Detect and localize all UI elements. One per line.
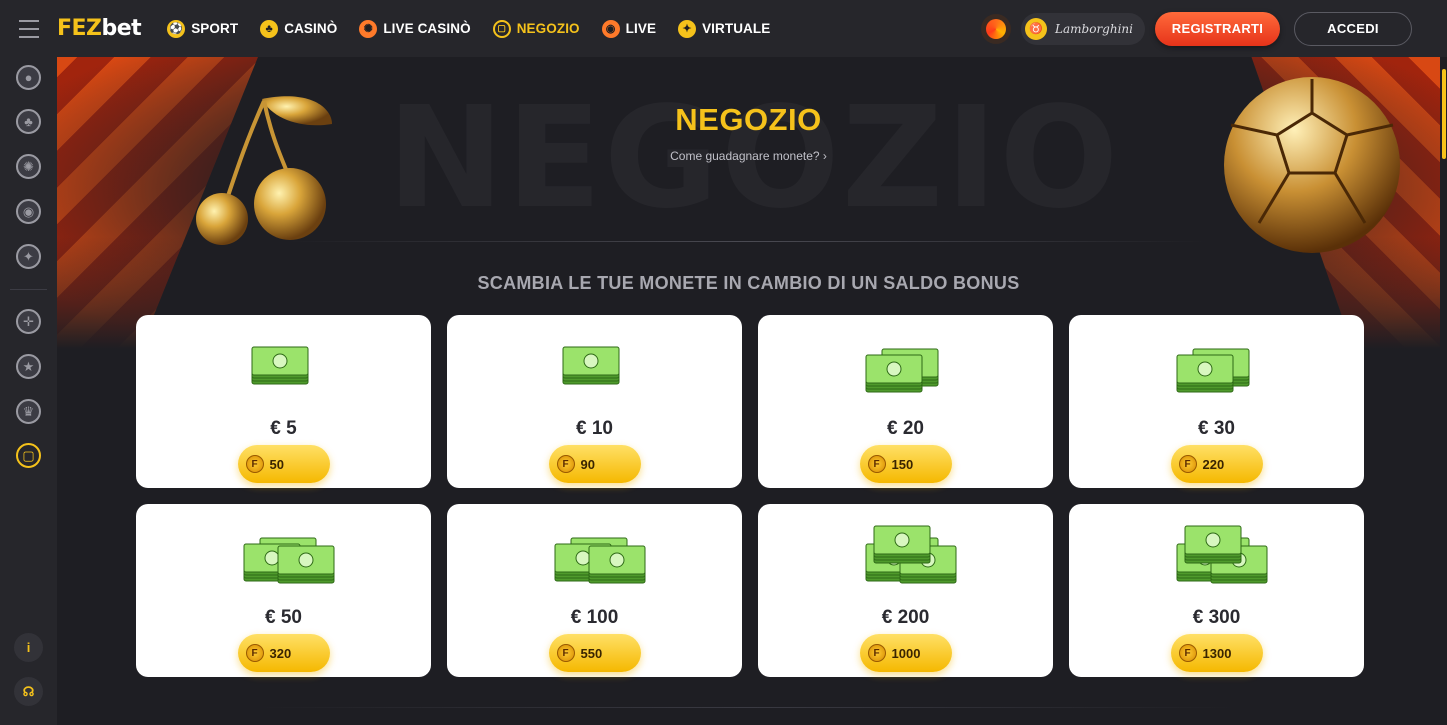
sidebar-divider — [10, 289, 47, 290]
roulette-icon[interactable]: ✺ — [16, 154, 41, 179]
coin-price: 550 — [580, 645, 603, 661]
cash-stack-icon — [851, 516, 961, 592]
login-button[interactable]: ACCEDI — [1294, 11, 1412, 46]
product-card[interactable]: € 50 F 320 — [136, 504, 431, 677]
section-title: SCAMBIA LE TUE MONETE IN CAMBIO DI UN SA… — [477, 273, 1020, 293]
crosshair-icon[interactable]: ✛ — [16, 309, 41, 334]
product-card[interactable]: € 300 F 1300 — [1069, 504, 1364, 677]
buy-with-coins-button[interactable]: F 1000 — [859, 634, 952, 672]
coin-price: 1000 — [891, 645, 921, 661]
roulette-icon: ✺ — [359, 19, 378, 38]
menu-icon[interactable] — [0, 0, 57, 57]
cash-stack-icon — [1162, 516, 1272, 592]
nav-virtuale[interactable]: ✦ VIRTUALE — [678, 19, 770, 38]
coin-price: 90 — [580, 456, 595, 472]
soccer-ball-icon[interactable]: ● — [16, 65, 41, 90]
fez-coin-icon: F — [1178, 644, 1197, 662]
coin-price: 320 — [269, 645, 292, 661]
page-title: NEGOZIO — [675, 102, 822, 137]
live-signal-icon[interactable]: ◉ — [16, 199, 41, 224]
buy-with-coins-button[interactable]: F 1300 — [1170, 634, 1263, 672]
nav-sport[interactable]: ⚽ SPORT — [167, 19, 238, 38]
buy-with-coins-button[interactable]: F 50 — [237, 445, 330, 483]
scrollbar-thumb[interactable] — [1442, 69, 1446, 159]
product-card[interactable]: € 10 F 90 — [447, 315, 742, 488]
fez-coin-icon: F — [867, 644, 886, 662]
fezbet-logo[interactable]: FEZbet — [57, 16, 142, 41]
coin-price: 150 — [891, 456, 914, 472]
promo-c-icon[interactable] — [981, 13, 1012, 44]
fez-coin-icon: F — [245, 455, 264, 473]
cash-stack-icon — [540, 516, 650, 592]
headset-icon[interactable]: ☊ — [14, 677, 43, 706]
product-card[interactable]: € 100 F 550 — [447, 504, 742, 677]
star-icon[interactable]: ★ — [16, 354, 41, 379]
buy-with-coins-button[interactable]: F 550 — [548, 634, 641, 672]
coin-price: 1300 — [1202, 645, 1232, 661]
divider — [257, 707, 1237, 708]
buy-with-coins-button[interactable]: F 90 — [548, 445, 641, 483]
chevron-right-icon: › — [822, 149, 827, 163]
bonus-amount: € 5 — [270, 418, 297, 439]
virtual-icon[interactable]: ✦ — [16, 244, 41, 269]
fez-coin-icon: F — [245, 644, 264, 662]
virtual-icon: ✦ — [678, 19, 697, 38]
trophy-icon[interactable]: ♛ — [16, 399, 41, 424]
sidebar: ● ♣ ✺ ◉ ✦ ✛ ★ ♛ ▢ i ☊ — [0, 57, 57, 725]
shopping-bag-icon: ▢ — [492, 19, 511, 38]
buy-with-coins-button[interactable]: F 320 — [237, 634, 330, 672]
bonus-amount: € 200 — [881, 607, 930, 628]
main-content: NEGOZIO NEGOZIO Come guadagnare monete? … — [57, 57, 1440, 725]
nav-negozio[interactable]: ▢ NEGOZIO — [492, 19, 580, 38]
info-icon[interactable]: i — [14, 633, 43, 662]
bonus-amount: € 20 — [887, 418, 924, 439]
nav-live-casino[interactable]: ✺ LIVE CASINÒ — [359, 19, 471, 38]
fez-coin-icon: F — [556, 455, 575, 473]
golden-soccer-ball-icon — [1224, 77, 1400, 253]
soccer-ball-icon: ⚽ — [167, 19, 186, 38]
coin-price: 50 — [269, 456, 284, 472]
register-button[interactable]: REGISTRARTI — [1155, 11, 1280, 46]
cash-stack-icon — [851, 327, 961, 403]
nav-live[interactable]: ◉ LIVE — [601, 19, 656, 38]
coin-price: 220 — [1202, 456, 1225, 472]
product-card[interactable]: € 20 F 150 — [758, 315, 1053, 488]
product-card[interactable]: € 5 F 50 — [136, 315, 431, 488]
bonus-amount: € 10 — [576, 418, 613, 439]
fez-coin-icon: F — [556, 644, 575, 662]
bonus-amount: € 300 — [1192, 607, 1241, 628]
cash-stack-icon — [1162, 327, 1272, 403]
scrollbar[interactable] — [1440, 57, 1447, 725]
bonus-amount: € 100 — [570, 607, 619, 628]
lamborghini-promo[interactable]: ♉ Lamborghini — [1021, 12, 1145, 45]
bonus-amount: € 50 — [265, 607, 302, 628]
bonus-amount: € 30 — [1198, 418, 1235, 439]
fez-coin-icon: F — [1178, 455, 1197, 473]
fez-coin-icon: F — [867, 455, 886, 473]
buy-with-coins-button[interactable]: F 150 — [859, 445, 952, 483]
top-bar: FEZbet ⚽ SPORT ♣ CASINÒ ✺ LIVE CASINÒ ▢ … — [0, 0, 1447, 57]
bull-icon: ♉ — [1025, 17, 1048, 40]
nav-casino[interactable]: ♣ CASINÒ — [260, 19, 337, 38]
how-to-earn-coins-link[interactable]: Come guadagnare monete? › — [57, 149, 1440, 163]
cash-stack-icon — [229, 327, 339, 403]
main-nav: ⚽ SPORT ♣ CASINÒ ✺ LIVE CASINÒ ▢ NEGOZIO… — [167, 19, 792, 38]
live-signal-icon: ◉ — [601, 19, 620, 38]
product-card[interactable]: € 30 F 220 — [1069, 315, 1364, 488]
divider — [287, 241, 1207, 242]
shopping-bag-icon[interactable]: ▢ — [16, 443, 41, 468]
product-grid: € 5 F 50 € 10 F 90 € 20 F 150 € 30 F 220 € 50 F 320 € 1… — [136, 315, 1365, 677]
cash-stack-icon — [229, 516, 339, 592]
spade-icon[interactable]: ♣ — [16, 109, 41, 134]
spade-icon: ♣ — [260, 19, 279, 38]
cash-stack-icon — [540, 327, 650, 403]
buy-with-coins-button[interactable]: F 220 — [1170, 445, 1263, 483]
product-card[interactable]: € 200 F 1000 — [758, 504, 1053, 677]
